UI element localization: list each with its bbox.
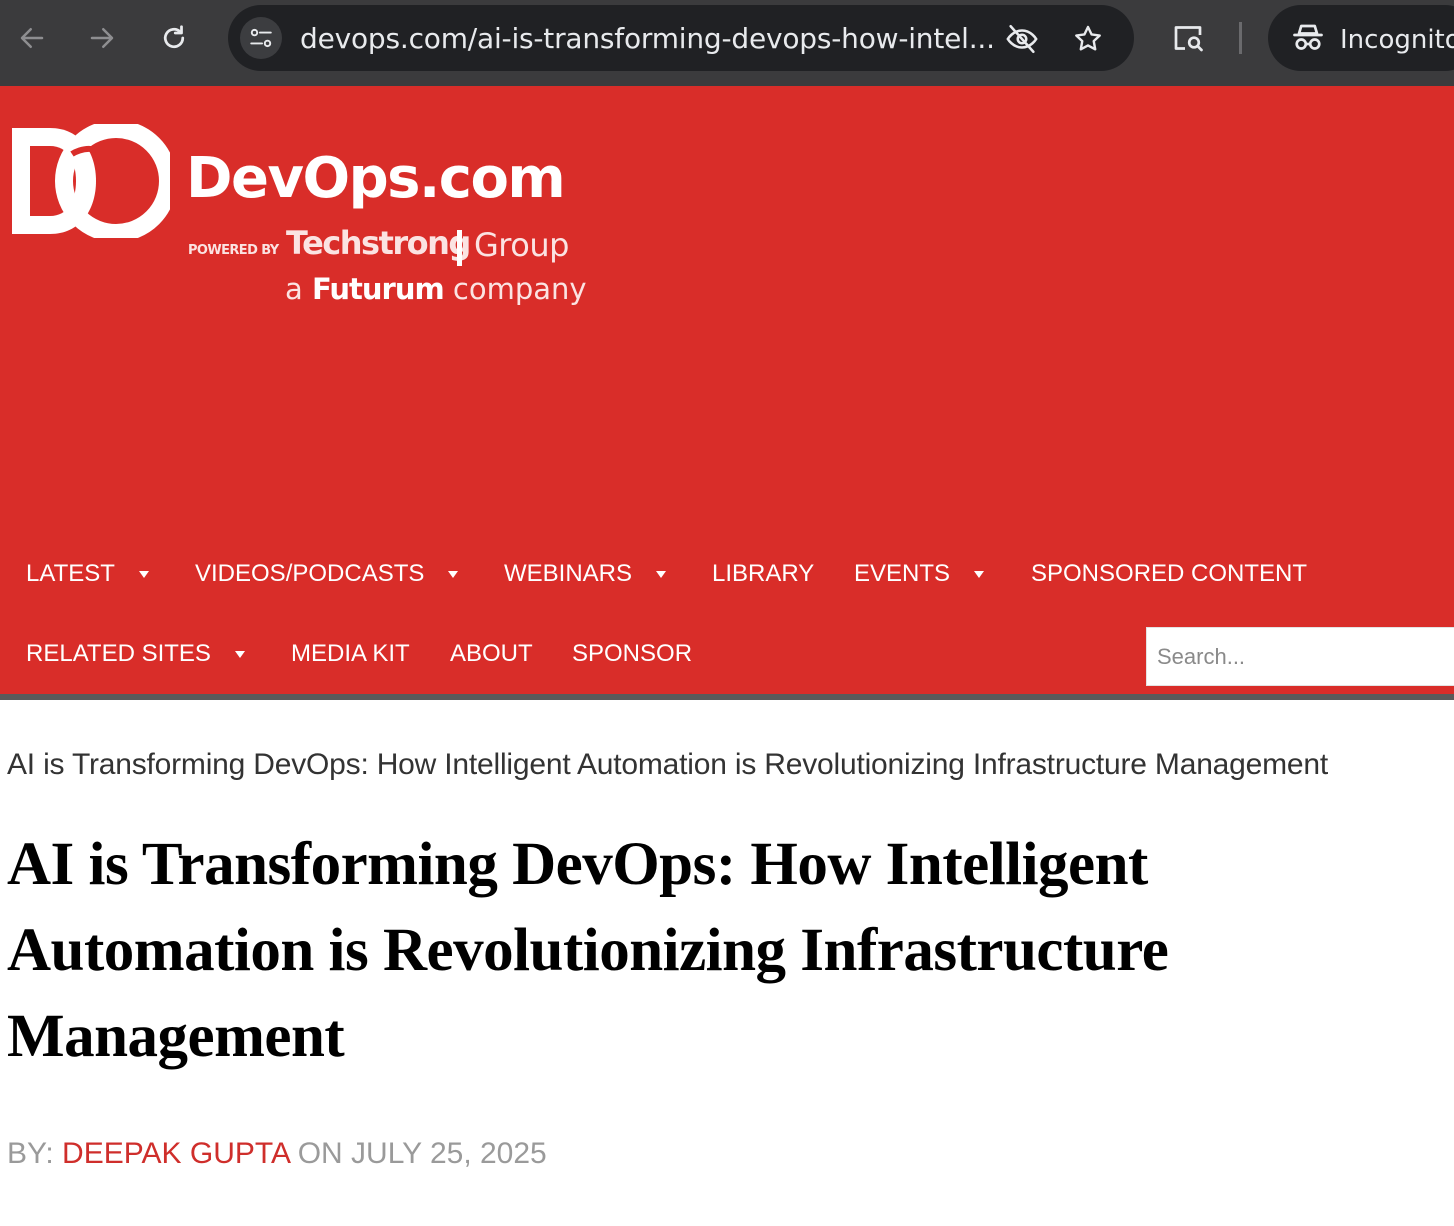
nav-item-sponsored-content[interactable]: SPONSORED CONTENT (1031, 560, 1307, 588)
site-header: DevOps.com POWERED BY Techstrong Group a… (0, 86, 1454, 694)
nav-item-sponsor[interactable]: SPONSOR (572, 640, 692, 668)
nav-label: EVENTS (854, 560, 951, 587)
nav-label: LIBRARY (712, 560, 815, 587)
by-label: BY: (7, 1137, 54, 1170)
futurum-name: Futurum (312, 272, 445, 306)
nav-label: RELATED SITES (26, 640, 211, 667)
nav-label: LATEST (26, 560, 115, 587)
address-bar[interactable]: devops.com/ai-is-transforming-devops-how… (228, 5, 1134, 71)
eye-off-icon (1006, 24, 1038, 54)
back-button[interactable] (12, 18, 52, 58)
nav-item-events[interactable]: EVENTS (854, 560, 985, 588)
nav-item-latest[interactable]: LATEST (26, 560, 149, 588)
nav-label: SPONSOR (572, 640, 693, 667)
forward-button[interactable] (82, 18, 122, 58)
nav-label: MEDIA KIT (291, 640, 410, 667)
reload-button[interactable] (154, 18, 194, 58)
nav-label: VIDEOS/PODCASTS (195, 560, 425, 587)
caret-down-icon (656, 570, 667, 578)
lens-button[interactable] (1168, 18, 1208, 58)
breadcrumb: AI is Transforming DevOps: How Intellige… (7, 748, 1329, 781)
incognito-icon (1293, 24, 1323, 50)
bookmark-button[interactable] (1070, 21, 1106, 57)
group-text: Group (474, 226, 569, 264)
nav-item-videos-podcasts[interactable]: VIDEOS/PODCASTS (195, 560, 459, 588)
search-input[interactable] (1147, 628, 1454, 685)
devops-logo-icon[interactable] (10, 124, 170, 238)
search-field[interactable] (1146, 627, 1454, 686)
toolbar-divider (1239, 22, 1242, 54)
publish-date: JULY 25, 2025 (351, 1137, 547, 1170)
search-page-icon (1174, 26, 1203, 52)
futurum-prefix: a (285, 272, 303, 306)
nav-label: ABOUT (450, 640, 533, 667)
nav-item-related-sites[interactable]: RELATED SITES (26, 640, 245, 668)
author-link[interactable]: DEEPAK GUPTA (62, 1137, 289, 1170)
futurum-tagline: a Futurum company (285, 272, 587, 306)
header-divider (0, 694, 1454, 700)
nav-label: WEBINARS (504, 560, 633, 587)
star-icon (1075, 25, 1101, 51)
logo-divider (457, 230, 462, 266)
on-label: ON (297, 1137, 343, 1170)
nav-item-media-kit[interactable]: MEDIA KIT (291, 640, 410, 668)
nav-item-library[interactable]: LIBRARY (712, 560, 814, 588)
powered-by-text: POWERED BY (188, 243, 279, 258)
caret-down-icon (138, 570, 149, 578)
caret-down-icon (448, 570, 459, 578)
caret-down-icon (974, 570, 985, 578)
tracking-protection-button[interactable] (1004, 21, 1040, 57)
url-text[interactable]: devops.com/ai-is-transforming-devops-how… (300, 22, 995, 55)
incognito-label: Incognito (1340, 25, 1454, 55)
article-title: AI is Transforming DevOps: How Intellige… (7, 831, 1169, 1070)
techstrong-logo-text: Techstrong (286, 224, 471, 262)
tune-icon (250, 28, 272, 48)
nav-item-about[interactable]: ABOUT (450, 640, 533, 668)
browser-toolbar: devops.com/ai-is-transforming-devops-how… (0, 0, 1454, 86)
brand-name[interactable]: DevOps.com (186, 146, 566, 211)
incognito-profile-button[interactable]: Incognito (1268, 5, 1454, 71)
futurum-suffix: company (452, 272, 587, 306)
nav-label: SPONSORED CONTENT (1031, 560, 1308, 587)
reload-icon (163, 25, 185, 49)
arrow-left-icon (20, 28, 44, 48)
article-byline: BY: DEEPAK GUPTA ON JULY 25, 2025 (7, 1137, 547, 1171)
arrow-right-icon (90, 28, 114, 48)
site-info-button[interactable] (240, 17, 282, 59)
caret-down-icon (234, 650, 245, 658)
nav-item-webinars[interactable]: WEBINARS (504, 560, 667, 588)
